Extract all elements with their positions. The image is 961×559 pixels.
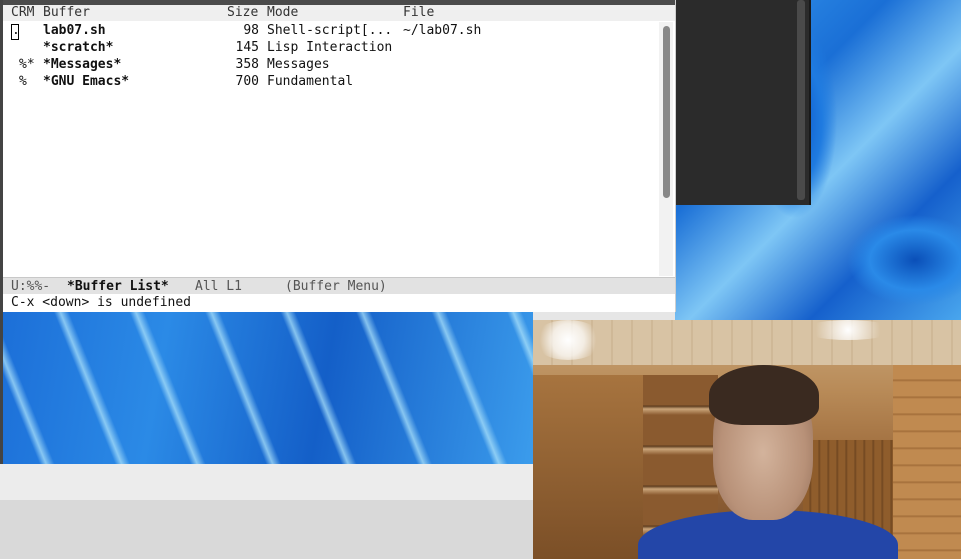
buffer-list: . lab07.sh 98 Shell-script[... ~/lab07.s… bbox=[3, 22, 663, 90]
buffer-name[interactable]: *scratch* bbox=[43, 39, 113, 56]
buffer-mode: Lisp Interaction bbox=[267, 40, 393, 55]
desktop-strip bbox=[0, 464, 533, 500]
buffer-mode: Shell-script[... bbox=[267, 23, 393, 38]
webcam-video-overlay bbox=[533, 320, 961, 559]
buffer-list-header: CRM Buffer Size Mode File bbox=[3, 5, 675, 21]
buffer-name[interactable]: *Messages* bbox=[43, 56, 121, 73]
desktop-panel-area bbox=[0, 500, 533, 559]
buffer-size: 700 bbox=[235, 74, 259, 89]
webcam-person-hair bbox=[709, 365, 819, 425]
buffer-row-messages[interactable]: %* *Messages* 358 Messages bbox=[3, 56, 663, 73]
webcam-light bbox=[803, 320, 893, 340]
buffer-crm-flag: % bbox=[19, 74, 27, 89]
echo-message: C-x <down> is undefined bbox=[11, 295, 192, 310]
mode-line-major-mode[interactable]: (Buffer Menu) bbox=[285, 278, 387, 295]
buffer-row-gnu-emacs[interactable]: % *GNU Emacs* 700 Fundamental bbox=[3, 73, 663, 90]
echo-area[interactable]: C-x <down> is undefined bbox=[3, 294, 675, 312]
webcam-wall bbox=[893, 365, 961, 559]
webcam-shelf bbox=[533, 375, 643, 559]
mode-line-status: U:%%- bbox=[11, 279, 51, 294]
point-cursor: . bbox=[11, 23, 20, 40]
buffer-size: 145 bbox=[235, 40, 259, 55]
buffer-name[interactable]: lab07.sh bbox=[43, 22, 106, 39]
mode-line[interactable]: U:%%- *Buffer List* All L1 (Buffer Menu) bbox=[3, 277, 675, 295]
scrollbar-thumb[interactable] bbox=[663, 26, 670, 198]
emacs-window[interactable]: CRM Buffer Size Mode File . lab07.sh 98 … bbox=[3, 0, 676, 312]
mode-line-position: All L1 bbox=[195, 279, 242, 294]
buffer-mode: Fundamental bbox=[267, 74, 354, 89]
header-mode[interactable]: Mode bbox=[267, 5, 298, 21]
buffer-row-scratch[interactable]: *scratch* 145 Lisp Interaction bbox=[3, 39, 663, 56]
background-terminal-window[interactable] bbox=[675, 0, 811, 205]
buffer-crm-flag: . bbox=[11, 22, 20, 40]
buffer-mode: Messages bbox=[267, 57, 330, 72]
buffer-size: 358 bbox=[235, 57, 259, 72]
header-crm[interactable]: CRM bbox=[11, 5, 34, 21]
buffer-row-lab07[interactable]: . lab07.sh 98 Shell-script[... ~/lab07.s… bbox=[3, 22, 663, 40]
buffer-crm-flag: %* bbox=[19, 57, 35, 72]
mode-line-buffer-name[interactable]: *Buffer List* bbox=[67, 278, 169, 295]
header-file[interactable]: File bbox=[403, 5, 434, 21]
header-size[interactable]: Size bbox=[227, 5, 258, 21]
header-buffer[interactable]: Buffer bbox=[43, 5, 90, 21]
desktop-wallpaper-lower bbox=[3, 312, 533, 464]
buffer-file: ~/lab07.sh bbox=[403, 23, 482, 38]
buffer-size: 98 bbox=[243, 23, 259, 38]
buffer-name[interactable]: *GNU Emacs* bbox=[43, 73, 129, 90]
background-window-scrollbar[interactable] bbox=[797, 0, 805, 200]
webcam-light bbox=[533, 320, 603, 360]
